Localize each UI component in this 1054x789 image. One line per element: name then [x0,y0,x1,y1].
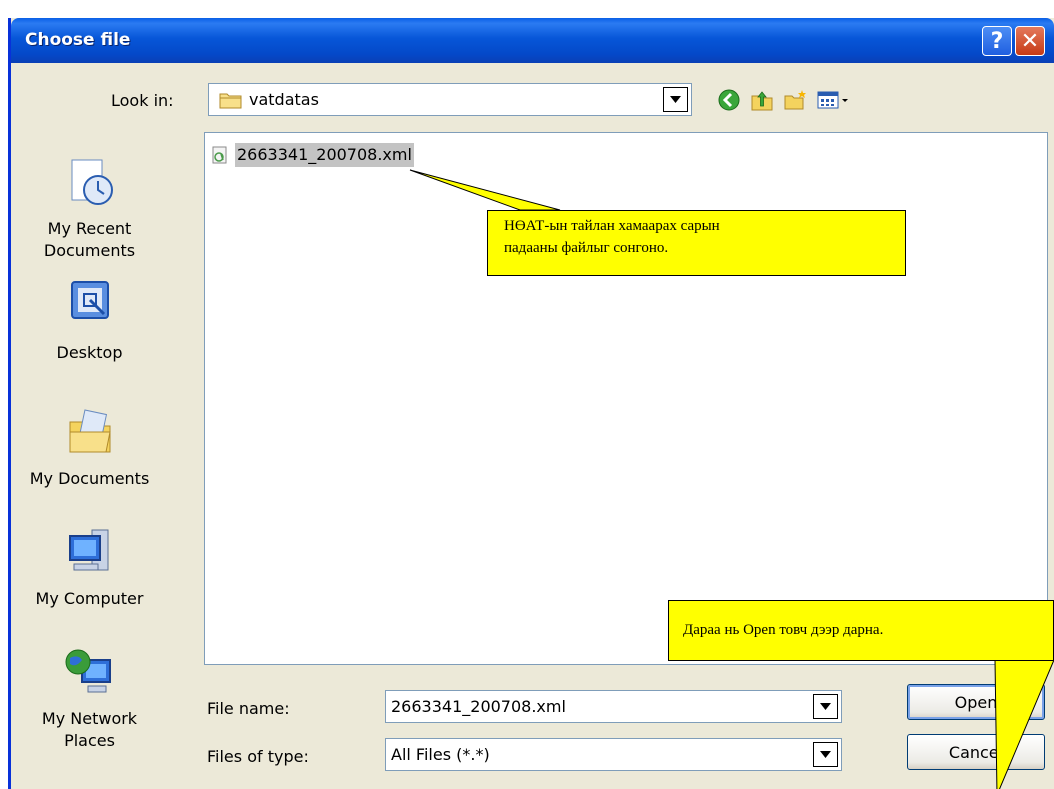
dialog-title: Choose file [25,30,131,50]
xml-file-icon [212,146,227,164]
files-of-type-value: All Files (*.*) [391,745,490,764]
place-label: My Network Places [41,709,138,750]
file-name-label: File name: [207,699,290,718]
chevron-down-icon [670,96,681,103]
place-label: My Computer [35,589,144,608]
choose-file-dialog: Choose file ? ✕ Look in: vatdatas My Rec… [8,18,1054,789]
look-in-value: vatdatas [249,90,319,109]
help-button[interactable]: ? [982,26,1012,56]
chevron-down-icon [820,703,831,710]
folder-icon [219,93,242,109]
close-button[interactable]: ✕ [1015,26,1045,56]
files-of-type-label: Files of type: [207,747,309,766]
my-computer-icon [68,529,108,571]
view-menu-button[interactable] [814,86,854,114]
files-of-type-dropdown-arrow[interactable] [813,742,838,767]
files-of-type-combo[interactable]: All Files (*.*) [385,738,842,771]
callout-select-file: НӨАТ-ын тайлан хамаарах сарын падааны фа… [487,210,906,276]
file-name-label: 2663341_200708.xml [235,143,414,167]
callout-text-line: НӨАТ-ын тайлан хамаарах сарын [504,218,720,234]
my-documents-icon [69,409,111,453]
up-folder-button[interactable] [748,86,776,114]
title-bar[interactable]: Choose file ? ✕ [11,18,1054,63]
file-name-dropdown-arrow[interactable] [813,694,838,719]
place-label: My Recent Documents [43,219,136,260]
back-icon [718,89,740,111]
up-folder-icon [751,91,773,111]
look-in-dropdown-arrow[interactable] [663,87,688,112]
places-bar: My Recent Documents Desktop My Documents [11,128,168,750]
file-name-combo[interactable]: 2663341_200708.xml [385,690,842,723]
help-icon: ? [990,28,1004,54]
place-recent-documents[interactable]: My Recent Documents [11,156,168,262]
look-in-combo[interactable]: vatdatas [208,83,692,116]
place-network-places[interactable]: My Network Places [11,646,168,752]
chevron-down-icon [820,751,831,758]
place-label: My Documents [29,469,150,488]
recent-documents-icon [71,159,113,205]
look-in-label: Look in: [111,91,174,110]
close-icon: ✕ [1020,28,1040,54]
open-button[interactable]: Open [907,684,1045,720]
callout-text-line: Дараа нь Open товч дээр дарна. [683,622,884,638]
place-my-computer[interactable]: My Computer [11,526,168,610]
callout-open-hint: Дараа нь Open товч дээр дарна. [668,600,1054,661]
desktop-icon [70,281,109,319]
callout-text-line: падааны файлыг сонгоно. [504,240,669,256]
network-places-icon [65,649,111,693]
place-my-documents[interactable]: My Documents [11,406,168,490]
place-desktop[interactable]: Desktop [11,280,168,364]
view-menu-icon [817,91,848,109]
file-name-value: 2663341_200708.xml [391,697,566,716]
cancel-button[interactable]: Cancel [907,734,1045,770]
place-label: Desktop [56,343,123,362]
back-button[interactable] [715,86,743,114]
new-folder-button[interactable] [781,86,809,114]
new-folder-icon [784,90,806,110]
